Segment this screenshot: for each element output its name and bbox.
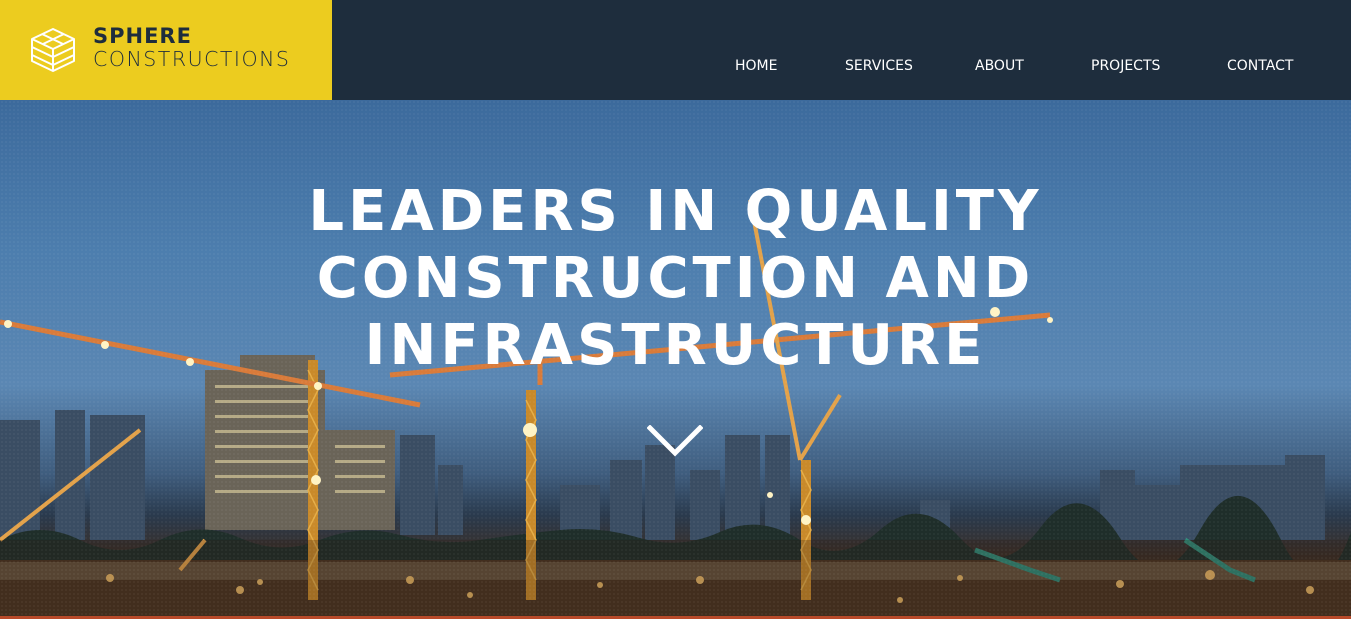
nav-home[interactable]: HOME: [735, 58, 777, 74]
main-nav: HOME SERVICES ABOUT PROJECTS CONTACT: [700, 58, 1340, 74]
hero-headline: LEADERS IN QUALITY CONSTRUCTION AND INFR…: [290, 178, 1061, 379]
headline-line-3: INFRASTRUCTURE: [364, 313, 987, 378]
logo[interactable]: SPHERE CONSTRUCTIONS: [0, 0, 332, 100]
headline-line-2: CONSTRUCTION AND: [316, 246, 1035, 311]
stacked-cube-icon: [31, 28, 75, 72]
hero-section: LEADERS IN QUALITY CONSTRUCTION AND INFR…: [0, 100, 1351, 619]
nav-services[interactable]: SERVICES: [845, 58, 913, 74]
chevron-down-icon[interactable]: [647, 425, 703, 457]
nav-projects[interactable]: PROJECTS: [1091, 58, 1160, 74]
nav-about[interactable]: ABOUT: [975, 58, 1024, 74]
nav-contact[interactable]: CONTACT: [1227, 58, 1293, 74]
logo-line-constructions: CONSTRUCTIONS: [93, 47, 291, 71]
site-header: SPHERE CONSTRUCTIONS HOME SERVICES ABOUT…: [0, 0, 1351, 100]
logo-wordmark: SPHERE CONSTRUCTIONS: [93, 26, 290, 70]
logo-line-sphere: SPHERE: [93, 24, 192, 48]
headline-line-1: LEADERS IN QUALITY: [308, 179, 1043, 244]
